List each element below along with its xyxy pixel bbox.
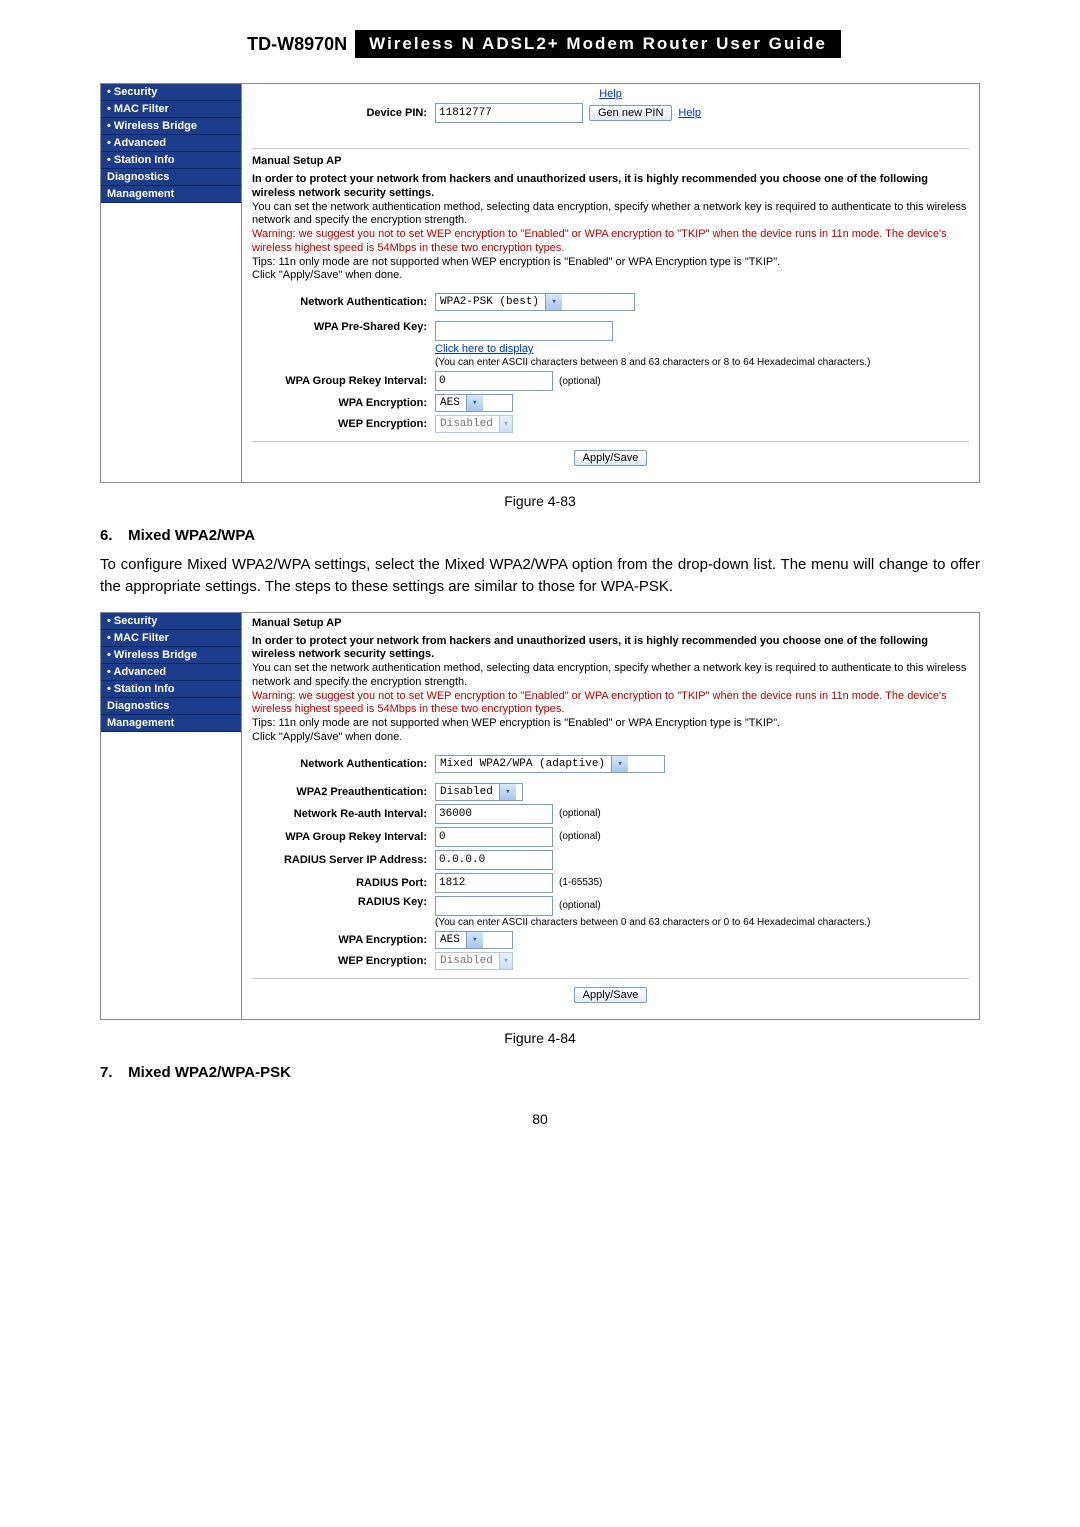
sidebar-item-advanced[interactable]: Advanced bbox=[101, 135, 241, 152]
chevron-down-icon: ▾ bbox=[499, 953, 512, 969]
wep-enc-select: Disabled ▾ bbox=[435, 952, 513, 970]
section-title: Manual Setup AP bbox=[252, 617, 969, 629]
sidebar-item-label: Diagnostics bbox=[107, 171, 169, 183]
psk-hint: (You can enter ASCII characters between … bbox=[435, 357, 870, 368]
sidebar-item-security[interactable]: Security bbox=[101, 613, 241, 630]
sidebar-item-label: Security bbox=[114, 86, 157, 98]
net-auth-label: Network Authentication: bbox=[252, 296, 435, 308]
gen-new-pin-button[interactable]: Gen new PIN bbox=[589, 105, 672, 121]
figure-caption: Figure 4-84 bbox=[100, 1030, 980, 1046]
chevron-down-icon: ▾ bbox=[611, 756, 628, 772]
radius-key-note: (optional) bbox=[559, 900, 601, 911]
rekey-label: WPA Group Rekey Interval: bbox=[252, 375, 435, 387]
info-text: In order to protect your network from ha… bbox=[252, 635, 969, 745]
net-auth-select[interactable]: WPA2-PSK (best) ▾ bbox=[435, 293, 635, 311]
sidebar-item-management[interactable]: Management bbox=[101, 715, 241, 732]
guide-title: Wireless N ADSL2+ Modem Router User Guid… bbox=[355, 30, 841, 58]
sidebar-item-label: Management bbox=[107, 188, 174, 200]
section-6-heading: 6. Mixed WPA2/WPA bbox=[100, 527, 980, 544]
sidebar-item-label: Wireless Bridge bbox=[114, 649, 197, 661]
radius-key-hint: (You can enter ASCII characters between … bbox=[435, 917, 870, 928]
wep-enc-select: Disabled ▾ bbox=[435, 415, 513, 433]
sidebar-item-wireless-bridge[interactable]: Wireless Bridge bbox=[101, 647, 241, 664]
sidebar-item-mac-filter[interactable]: MAC Filter bbox=[101, 630, 241, 647]
device-pin-input[interactable] bbox=[435, 103, 583, 123]
chevron-down-icon: ▾ bbox=[466, 932, 483, 948]
apply-save-button[interactable]: Apply/Save bbox=[574, 450, 648, 466]
chevron-down-icon: ▾ bbox=[499, 416, 512, 432]
sidebar-item-label: Station Info bbox=[114, 683, 175, 695]
info-text: In order to protect your network from ha… bbox=[252, 173, 969, 283]
section-title: Manual Setup AP bbox=[252, 155, 969, 167]
help-link[interactable]: Help bbox=[678, 107, 701, 119]
sidebar-item-advanced[interactable]: Advanced bbox=[101, 664, 241, 681]
chevron-down-icon: ▾ bbox=[545, 294, 562, 310]
radius-key-label: RADIUS Key: bbox=[252, 896, 435, 908]
sidebar-item-label: Diagnostics bbox=[107, 700, 169, 712]
figure-4-83: Security MAC Filter Wireless Bridge Adva… bbox=[100, 83, 980, 483]
figure-4-84: Security MAC Filter Wireless Bridge Adva… bbox=[100, 612, 980, 1020]
radius-ip-input[interactable] bbox=[435, 850, 553, 870]
wpa2-preauth-select[interactable]: Disabled ▾ bbox=[435, 783, 523, 801]
rekey-note: (optional) bbox=[559, 376, 601, 387]
wpa-enc-label: WPA Encryption: bbox=[252, 397, 435, 409]
wpa2-preauth-label: WPA2 Preauthentication: bbox=[252, 786, 435, 798]
radius-port-note: (1-65535) bbox=[559, 877, 602, 888]
section-6-body: To configure Mixed WPA2/WPA settings, se… bbox=[100, 554, 980, 598]
main-pane: Manual Setup AP In order to protect your… bbox=[242, 613, 979, 1019]
rekey-note: (optional) bbox=[559, 831, 601, 842]
rekey-label: WPA Group Rekey Interval: bbox=[252, 831, 435, 843]
psk-label: WPA Pre-Shared Key: bbox=[252, 321, 435, 333]
section-7-heading: 7. Mixed WPA2/WPA-PSK bbox=[100, 1064, 980, 1081]
reauth-input[interactable] bbox=[435, 804, 553, 824]
sidebar-item-management[interactable]: Management bbox=[101, 186, 241, 203]
net-auth-select[interactable]: Mixed WPA2/WPA (adaptive) ▾ bbox=[435, 755, 665, 773]
help-link[interactable]: Help bbox=[599, 88, 622, 100]
sidebar-item-label: Advanced bbox=[114, 666, 167, 678]
sidebar-item-wireless-bridge[interactable]: Wireless Bridge bbox=[101, 118, 241, 135]
rekey-input[interactable] bbox=[435, 827, 553, 847]
figure-caption: Figure 4-83 bbox=[100, 493, 980, 509]
sidebar-item-station-info[interactable]: Station Info bbox=[101, 152, 241, 169]
sidebar-item-diagnostics[interactable]: Diagnostics bbox=[101, 698, 241, 715]
psk-input[interactable] bbox=[435, 321, 613, 341]
model-number: TD-W8970N bbox=[239, 32, 355, 57]
radius-ip-label: RADIUS Server IP Address: bbox=[252, 854, 435, 866]
sidebar-item-station-info[interactable]: Station Info bbox=[101, 681, 241, 698]
apply-save-button[interactable]: Apply/Save bbox=[574, 987, 648, 1003]
sidebar: Security MAC Filter Wireless Bridge Adva… bbox=[101, 84, 242, 482]
chevron-down-icon: ▾ bbox=[499, 784, 516, 800]
sidebar-item-label: Security bbox=[114, 615, 157, 627]
wpa-enc-label: WPA Encryption: bbox=[252, 934, 435, 946]
sidebar-item-label: Station Info bbox=[114, 154, 175, 166]
page-number: 80 bbox=[100, 1111, 980, 1127]
wpa-enc-select[interactable]: AES ▾ bbox=[435, 931, 513, 949]
wep-enc-label: WEP Encryption: bbox=[252, 418, 435, 430]
radius-key-input[interactable] bbox=[435, 896, 553, 916]
rekey-input[interactable] bbox=[435, 371, 553, 391]
sidebar: Security MAC Filter Wireless Bridge Adva… bbox=[101, 613, 242, 1019]
main-pane: Help Device PIN: Gen new PIN Help Manual… bbox=[242, 84, 979, 482]
sidebar-item-mac-filter[interactable]: MAC Filter bbox=[101, 101, 241, 118]
reauth-label: Network Re-auth Interval: bbox=[252, 808, 435, 820]
wpa-enc-select[interactable]: AES ▾ bbox=[435, 394, 513, 412]
wep-enc-label: WEP Encryption: bbox=[252, 955, 435, 967]
reauth-note: (optional) bbox=[559, 808, 601, 819]
sidebar-item-label: MAC Filter bbox=[114, 103, 169, 115]
sidebar-item-security[interactable]: Security bbox=[101, 84, 241, 101]
radius-port-label: RADIUS Port: bbox=[252, 877, 435, 889]
sidebar-item-label: Management bbox=[107, 717, 174, 729]
sidebar-item-label: Wireless Bridge bbox=[114, 120, 197, 132]
net-auth-label: Network Authentication: bbox=[252, 758, 435, 770]
sidebar-item-label: Advanced bbox=[114, 137, 167, 149]
display-key-link[interactable]: Click here to display bbox=[435, 343, 533, 355]
sidebar-item-label: MAC Filter bbox=[114, 632, 169, 644]
device-pin-label: Device PIN: bbox=[252, 107, 435, 119]
chevron-down-icon: ▾ bbox=[466, 395, 483, 411]
sidebar-item-diagnostics[interactable]: Diagnostics bbox=[101, 169, 241, 186]
doc-header: TD-W8970N Wireless N ADSL2+ Modem Router… bbox=[100, 30, 980, 58]
radius-port-input[interactable] bbox=[435, 873, 553, 893]
